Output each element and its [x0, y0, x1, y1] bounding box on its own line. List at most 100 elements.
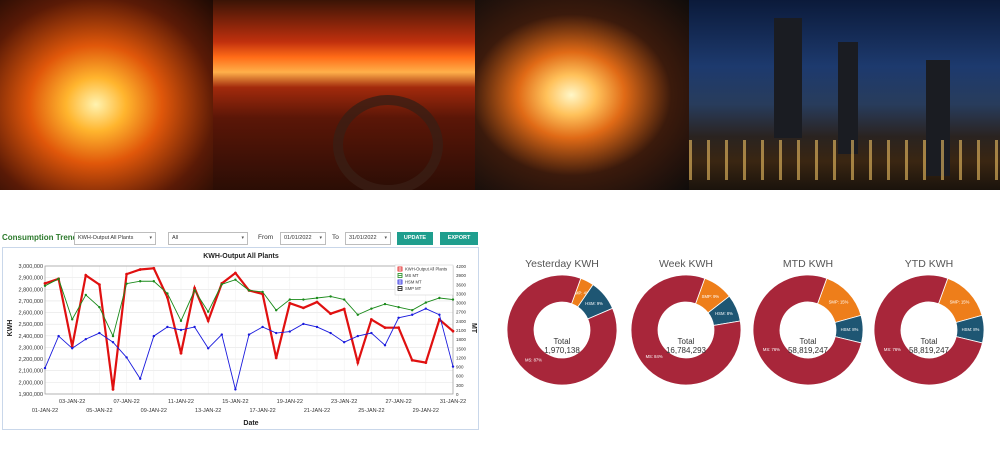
data-point: [43, 366, 47, 370]
data-point: [302, 322, 305, 326]
data-point: [261, 325, 264, 329]
y-tick-label: 2,700,000: [19, 299, 43, 305]
data-point: [397, 326, 400, 330]
data-point: [234, 271, 237, 275]
donut-total-value: 1,970,138: [544, 346, 580, 355]
data-point: [193, 289, 196, 292]
data-point: [288, 301, 292, 305]
data-point: [370, 318, 373, 321]
data-point: [152, 334, 155, 338]
donut-chart: SMP: 15%HSM: 8%MS: 76%: [873, 274, 985, 386]
donut-total-label: Total: [553, 337, 571, 346]
metric-select[interactable]: KWH-Output All Plants ▾: [74, 232, 156, 245]
x-tick-label: 27-JAN-22: [385, 399, 411, 405]
data-point: [438, 296, 441, 300]
y2-tick-label: 2700: [456, 310, 467, 315]
data-point: [98, 283, 101, 287]
y-tick-label: 2,600,000: [19, 311, 43, 317]
data-point: [342, 307, 346, 311]
data-point: [411, 308, 414, 312]
y-axis-label: KWH: [7, 320, 14, 337]
y2-tick-label: 3300: [456, 291, 467, 296]
y-tick-label: 2,800,000: [19, 287, 43, 293]
data-point: [71, 347, 74, 350]
data-point: [139, 280, 142, 283]
data-point: [43, 284, 47, 288]
data-point: [234, 278, 237, 281]
data-point: [329, 312, 332, 316]
y2-tick-label: 3900: [456, 273, 467, 278]
update-button[interactable]: UPDATE: [397, 232, 433, 245]
chevron-down-icon: ▾: [384, 235, 387, 241]
data-point: [397, 305, 400, 309]
data-point: [451, 365, 455, 368]
data-point: [315, 325, 319, 329]
consumption-toolbar: Consumption Trend KWH-Output All Plants …: [2, 232, 482, 246]
x-tick-label: 31-JAN-22: [440, 399, 466, 405]
data-point: [98, 331, 101, 335]
y2-tick-label: 300: [456, 383, 464, 388]
from-date-input[interactable]: 01/01/2022 ▾: [280, 232, 326, 245]
y-tick-label: 2,100,000: [19, 369, 43, 375]
data-point: [356, 361, 360, 364]
to-date-input[interactable]: 31/01/2022 ▾: [345, 232, 391, 245]
data-point: [424, 307, 427, 310]
data-point: [220, 283, 223, 286]
data-point: [397, 316, 400, 320]
data-point: [166, 292, 169, 295]
data-point: [329, 295, 332, 298]
data-point: [315, 296, 319, 300]
data-point: [220, 333, 223, 336]
y-tick-label: 2,000,000: [19, 380, 43, 386]
data-point: [98, 305, 101, 309]
data-point: [356, 334, 359, 338]
data-point: [57, 277, 60, 280]
x-tick-label: 21-JAN-22: [304, 408, 330, 414]
x-tick-label: 17-JAN-22: [249, 408, 275, 414]
metric-select-value: KWH-Output All Plants: [78, 235, 134, 241]
data-point: [438, 313, 441, 316]
hot-rolling-photo: [213, 0, 475, 190]
data-point: [302, 306, 305, 310]
data-point: [152, 280, 155, 283]
y2-tick-label: 4200: [456, 264, 467, 269]
to-label: To: [332, 234, 339, 241]
trend-chart-svg: KWH-Output All Plants Date KWH MT 3,000,…: [7, 253, 477, 427]
molten-steel-photo: [475, 0, 689, 190]
y-tick-label: 1,900,000: [19, 392, 43, 398]
donut-total-label: Total: [920, 337, 938, 346]
data-point: [138, 268, 142, 271]
data-point: [206, 319, 210, 323]
donut-title: Week KWH: [658, 258, 714, 270]
x-tick-label: 29-JAN-22: [413, 408, 439, 414]
y2-tick-label: 600: [456, 374, 464, 379]
y2-tick-label: 3600: [456, 282, 467, 287]
donut-chart: SMP: 9%HSM: 8%MS: 84%: [630, 274, 742, 386]
slice-label: MS: 87%: [525, 358, 542, 363]
y2-tick-label: 1200: [456, 355, 467, 360]
x-tick-label: 05-JAN-22: [86, 408, 112, 414]
plant-select[interactable]: All ▾: [168, 232, 248, 245]
y2-tick-label: 2100: [456, 328, 467, 333]
slice-label: HSM: 8%: [962, 327, 980, 332]
consumption-chart: KWH-Output All Plants Date KWH MT 3,000,…: [2, 247, 479, 430]
chevron-down-icon: ▾: [319, 235, 322, 241]
donut-title: YTD KWH: [904, 258, 954, 270]
slice-label: HSM: 9%: [585, 301, 603, 306]
legend-label: KWH-Output All Plants: [405, 267, 447, 272]
x-tick-label: 09-JAN-22: [141, 408, 167, 414]
data-point: [43, 282, 47, 285]
data-point: [383, 326, 387, 330]
legend-label: HSM MT: [405, 280, 422, 285]
slice-label: SMP: 9%: [702, 294, 720, 299]
export-button[interactable]: EXPORT: [440, 232, 478, 245]
data-point: [424, 361, 428, 364]
y-tick-label: 2,200,000: [19, 357, 43, 363]
donut-total-value: 16,784,293: [665, 346, 707, 355]
data-point: [111, 387, 115, 391]
x-tick-label: 19-JAN-22: [277, 399, 303, 405]
data-point: [57, 334, 60, 338]
plant-select-value: All: [172, 235, 179, 241]
legend-label: SMP MT: [405, 286, 422, 291]
data-point: [179, 351, 183, 355]
